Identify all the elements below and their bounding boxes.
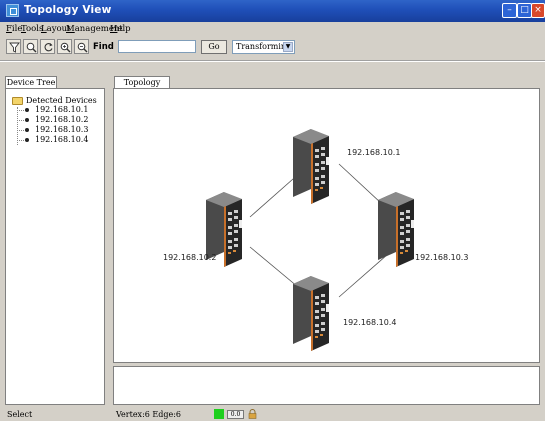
switch-device-icon[interactable] — [378, 192, 414, 267]
maximize-button[interactable]: □ — [517, 3, 532, 18]
refresh-icon — [44, 43, 53, 52]
tree-item-label: 192.168.10.2 — [35, 115, 89, 124]
status-indicator — [214, 409, 224, 419]
switch-device-icon[interactable] — [293, 129, 329, 204]
node-label: 192.168.10.1 — [347, 148, 400, 157]
tree-item-device[interactable]: 192.168.10.1 — [25, 105, 88, 114]
tree-connector — [17, 140, 24, 141]
details-panel — [113, 366, 540, 405]
zoom-in-button[interactable] — [57, 39, 72, 54]
chevron-down-icon[interactable]: ▼ — [283, 42, 293, 52]
topology-graph: 192.168.10.1 192.168.10.2 192.168.10.3 1… — [163, 129, 468, 351]
device-bullet-icon — [25, 118, 29, 122]
tree-item-device[interactable]: 192.168.10.2 — [25, 115, 88, 124]
lock-icon[interactable] — [248, 409, 257, 419]
close-button[interactable]: × — [531, 3, 545, 18]
title-bar: Topology View – □ × — [0, 0, 545, 22]
status-counts: Vertex:6 Edge:6 — [116, 410, 181, 419]
filter-button[interactable] — [6, 39, 21, 54]
device-bullet-icon — [25, 138, 29, 142]
menu-bar: File Tools Layout Management Help — [0, 22, 545, 36]
status-mode: Select — [7, 410, 33, 419]
menu-help[interactable]: Help — [110, 24, 131, 34]
tree-connector — [17, 130, 24, 131]
folder-icon — [12, 97, 23, 105]
tree-item-device[interactable]: 192.168.10.4 — [25, 135, 88, 144]
node-label: 192.168.10.2 — [163, 253, 216, 262]
separator — [0, 60, 545, 62]
device-bullet-icon — [25, 128, 29, 132]
tree-root-label: Detected Devices — [26, 96, 97, 105]
find-input[interactable] — [118, 40, 196, 53]
refresh-button[interactable] — [40, 39, 55, 54]
filter-icon — [9, 42, 20, 53]
topology-canvas[interactable]: 192.168.10.1 192.168.10.2 192.168.10.3 1… — [113, 88, 540, 363]
app-icon — [6, 4, 19, 17]
tree-item-label: 192.168.10.1 — [35, 105, 89, 114]
zoom-level: 0.0 — [227, 410, 244, 419]
device-bullet-icon — [25, 108, 29, 112]
switch-device-icon[interactable] — [293, 276, 329, 351]
tree-connector — [17, 120, 24, 121]
toolbar: Find Go Transforming ▼ — [0, 36, 545, 58]
status-bar: Select Vertex:6 Edge:6 0.0 — [0, 405, 545, 421]
zoom-button[interactable] — [23, 39, 38, 54]
zoom-in-icon — [60, 42, 71, 53]
tree-root[interactable]: Detected Devices — [12, 96, 97, 105]
node-label: 192.168.10.4 — [343, 318, 396, 327]
tree-item-label: 192.168.10.4 — [35, 135, 89, 144]
window-title: Topology View — [24, 4, 112, 16]
tree-item-device[interactable]: 192.168.10.3 — [25, 125, 88, 134]
tree-item-label: 192.168.10.3 — [35, 125, 89, 134]
find-label: Find — [93, 42, 114, 52]
zoom-out-icon — [77, 42, 88, 53]
device-tree-panel: Detected Devices 192.168.10.1 192.168.10… — [5, 88, 105, 405]
tree-connector — [17, 110, 24, 111]
mode-select[interactable]: Transforming ▼ — [232, 40, 295, 54]
node-label: 192.168.10.3 — [415, 253, 468, 262]
minimize-button[interactable]: – — [502, 3, 517, 18]
zoom-out-button[interactable] — [74, 39, 89, 54]
menu-file[interactable]: File — [6, 24, 22, 34]
go-button[interactable]: Go — [201, 40, 227, 54]
zoom-icon — [26, 42, 37, 53]
menu-tools[interactable]: Tools — [21, 24, 43, 34]
